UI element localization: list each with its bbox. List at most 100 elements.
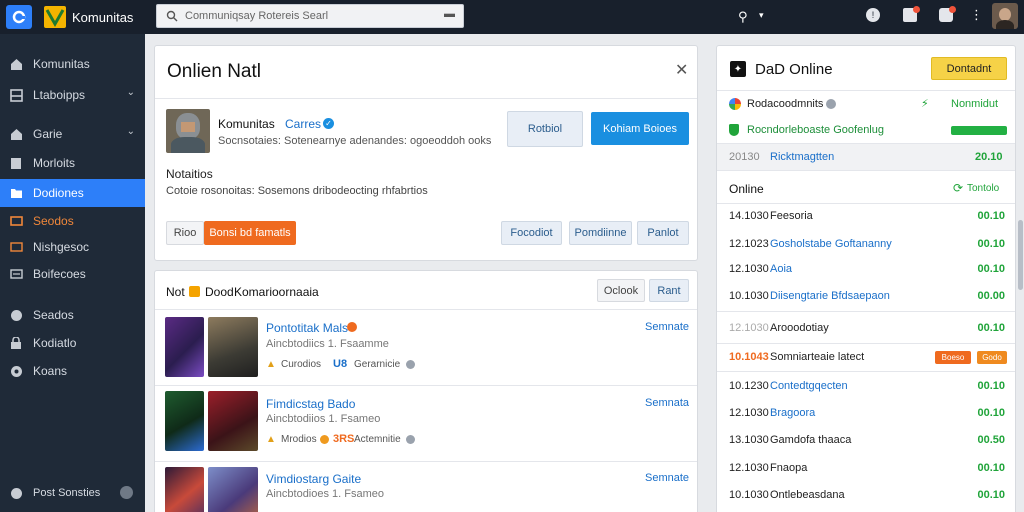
group-description: Socnsotaies: Sotenearnye adenandes: ogoe…: [218, 135, 492, 147]
row-time: 12.1030: [729, 407, 769, 419]
row-value: 00.10: [977, 380, 1005, 392]
row-time: 12.1030: [729, 263, 769, 275]
game-meta: Gerarnicie: [354, 359, 401, 370]
group-avatar[interactable]: [166, 109, 210, 153]
list-item-action[interactable]: Semnata: [645, 397, 689, 409]
read-button[interactable]: Rant: [649, 279, 689, 302]
tag-button[interactable]: Pomdiinne: [569, 221, 632, 245]
game-thumbnail[interactable]: [165, 391, 204, 451]
list-header-label: Not: [166, 285, 185, 299]
chevron-down-icon[interactable]: ⌄: [127, 87, 135, 98]
group-name[interactable]: Komunitas: [218, 117, 275, 131]
sidebar-item-koans[interactable]: Koans: [0, 357, 145, 385]
online-logo-icon: ✦: [730, 61, 746, 77]
online-row[interactable]: 12.1030 Aoia 00.10: [717, 259, 1015, 281]
list-item[interactable]: Fimdicstag Bado Aincbtodiios 1. Fsameo ▲…: [155, 386, 697, 461]
sidebar-item-seados[interactable]: Seados: [0, 301, 145, 329]
tag-button[interactable]: Focodiot: [501, 221, 562, 245]
row-name: Diisengtarie Bfdsaepaon: [770, 290, 890, 302]
sidebar-item-label: Ltaboipps: [33, 88, 86, 102]
sidebar-item-kodiatlo[interactable]: Kodiatlo: [0, 329, 145, 357]
sidebar-item-garie[interactable]: Garie ⌄: [0, 120, 145, 148]
join-button[interactable]: Kohiam Boioes: [591, 112, 689, 145]
online-row3-name[interactable]: Ricktmagtten: [770, 151, 834, 163]
online-row1-name[interactable]: Rodacoodmnits: [747, 98, 823, 110]
sidebar-item-morloits[interactable]: Morloits: [0, 149, 145, 177]
coin-icon: [320, 435, 329, 444]
online-title: DaD Online: [755, 61, 833, 78]
highlight-row[interactable]: [717, 143, 1015, 171]
notifications-icon[interactable]: !: [866, 8, 880, 22]
row-name: Fnaopa: [770, 462, 808, 474]
online-row[interactable]: 10.1043 Somniarteaie latect Boeso Godo: [717, 347, 1015, 369]
list-item-action[interactable]: Semnate: [645, 321, 689, 333]
game-thumbnail[interactable]: [208, 391, 258, 451]
submit-button[interactable]: Bonsi bd famatls: [204, 221, 296, 245]
follow-button[interactable]: Rotbiol: [507, 111, 583, 147]
status-badge: [951, 126, 1007, 135]
online-row[interactable]: 12.1023 Gosholstabe Goftananny 00.10: [717, 234, 1015, 256]
search-input[interactable]: Communiqsay Rotereis Searl: [185, 10, 328, 22]
tag-button[interactable]: Panlot: [637, 221, 689, 245]
reset-button[interactable]: Rioo: [166, 221, 204, 245]
clear-icon[interactable]: ▬: [444, 8, 455, 20]
online-row[interactable]: 10.1230 Contedtgqecten 00.10: [717, 376, 1015, 398]
row-name: Somniarteaie latect: [770, 351, 865, 363]
game-list-card: Not Dood Komarioornaaia Oclook Rant Pont…: [154, 270, 698, 512]
list-item-action[interactable]: Semnate: [645, 472, 689, 484]
chevron-down-icon[interactable]: ⌄: [127, 126, 135, 137]
sidebar-item-seodos[interactable]: Seodos: [0, 207, 145, 235]
sidebar-item-boifecoes[interactable]: Boifecoes: [0, 260, 145, 288]
list-item[interactable]: Pontotitak Mals Aincbtodiics 1. Fsaamme …: [155, 310, 697, 385]
sidebar-footer[interactable]: Post Sonsties: [0, 479, 145, 507]
row-time: 10.1230: [729, 380, 769, 392]
online-action-button[interactable]: Dontadnt: [931, 57, 1007, 80]
game-title[interactable]: Fimdicstag Bado: [266, 397, 355, 411]
row-name: Gamdofa thaaca: [770, 434, 852, 446]
online-row[interactable]: 10.1030 Ontlebeasdana 00.10: [717, 485, 1015, 507]
row-value: 00.10: [977, 210, 1005, 222]
game-thumbnail[interactable]: [165, 467, 204, 512]
genre-icon: ▲: [266, 434, 276, 445]
list-item[interactable]: Vimdiostarg Gaite Aincbtodioes 1. Fsameo…: [155, 462, 697, 512]
search-box[interactable]: Communiqsay Rotereis Searl ▬: [156, 4, 464, 28]
close-icon[interactable]: ✕: [675, 60, 688, 80]
online-row[interactable]: 10.1030 Diisengtarie Bfdsaepaon 00.00: [717, 286, 1015, 308]
online-row2-name[interactable]: Rocndorleboaste Goofenlug: [747, 124, 884, 136]
game-thumbnail[interactable]: [208, 467, 258, 512]
more-icon[interactable]: ⋮: [970, 7, 983, 23]
clear-button[interactable]: Oclook: [597, 279, 645, 302]
brand-icon: [44, 6, 66, 28]
friends-icon[interactable]: ⚲: [738, 9, 748, 25]
dropdown-icon[interactable]: ▾: [759, 10, 764, 21]
genre-icon: ▲: [266, 359, 276, 370]
row-time: 12.1030: [729, 462, 769, 474]
notes-label: Notaitios: [166, 167, 213, 181]
row-time: 13.1030: [729, 434, 769, 446]
divider: [717, 203, 1015, 204]
info-icon: [9, 486, 23, 500]
avatar[interactable]: [992, 3, 1018, 29]
refresh-icon[interactable]: ⟳: [953, 181, 963, 195]
sidebar-item-komunitas[interactable]: Komunitas: [0, 50, 145, 78]
list-header-text: Komarioornaaia: [234, 285, 319, 299]
online-row[interactable]: 14.1030 Feesoria 00.10: [717, 206, 1015, 228]
app-logo-icon[interactable]: [6, 5, 32, 29]
chat-icon[interactable]: [120, 486, 133, 499]
row-value: 00.10: [977, 263, 1005, 275]
game-title[interactable]: Pontotitak Mals: [266, 321, 348, 335]
sidebar-item-ltaboipps[interactable]: Ltaboipps ⌄: [0, 81, 145, 109]
sidebar-item-dodiones[interactable]: Dodiones: [0, 179, 145, 207]
group-tag[interactable]: Carres: [285, 117, 321, 131]
row-value: 00.10: [977, 462, 1005, 474]
page-scrollbar[interactable]: [1018, 220, 1023, 290]
game-thumbnail[interactable]: [165, 317, 204, 377]
online-row[interactable]: 12.1030 Arooodotiay 00.10: [717, 318, 1015, 340]
sidebar-item-nishgesoc[interactable]: Nishgesoc: [0, 233, 145, 261]
online-row[interactable]: 13.1030 Gamdofa thaaca 00.50: [717, 430, 1015, 452]
online-row[interactable]: 12.1030 Fnaopa 00.10: [717, 458, 1015, 480]
game-thumbnail[interactable]: [208, 317, 258, 377]
extensions-badge: [949, 6, 956, 13]
online-row[interactable]: 12.1030 Bragoora 00.10: [717, 403, 1015, 425]
game-title[interactable]: Vimdiostarg Gaite: [266, 472, 361, 486]
